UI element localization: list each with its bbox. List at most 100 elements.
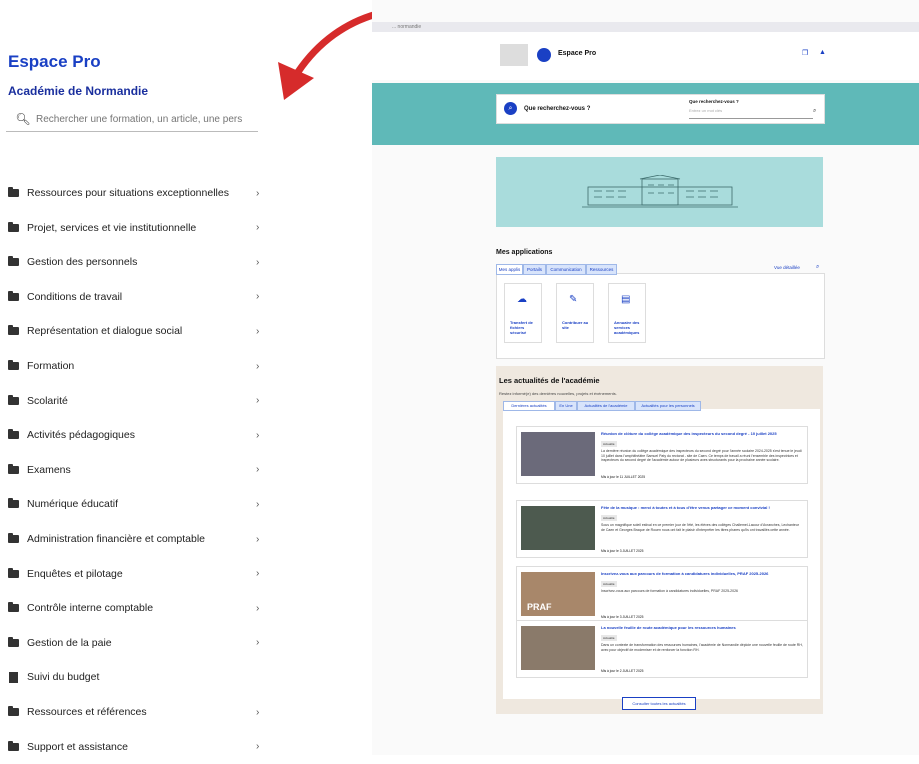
sidebar-item[interactable]: Ressources et références › (0, 695, 270, 729)
news-image[interactable] (521, 432, 595, 476)
news-badge: Actualité (601, 441, 617, 447)
sidebar-item[interactable]: Ressources pour situations exceptionnell… (0, 176, 270, 210)
folder-icon (8, 360, 19, 370)
news-card[interactable]: La nouvelle feuille de route académique … (516, 620, 808, 678)
chevron-right-icon[interactable]: › (256, 568, 259, 579)
search-icon[interactable]: ⌕ (504, 102, 517, 115)
news-tab[interactable]: En Une (555, 401, 577, 411)
sidebar-item[interactable]: Enquêtes et pilotage › (0, 557, 270, 591)
chevron-right-icon[interactable]: › (256, 188, 259, 199)
apps-title: Mes applications (496, 249, 553, 256)
preview-header: Espace Pro ❐ ▲ (372, 32, 919, 80)
search-prompt: Que recherchez-vous ? (524, 106, 591, 112)
news-badge: Actualité (601, 581, 617, 587)
chevron-right-icon[interactable]: › (256, 637, 259, 648)
copy-icon[interactable]: ❐ (802, 49, 808, 57)
sidebar-item[interactable]: Examens › (0, 453, 270, 487)
sidebar-item[interactable]: Numérique éducatif › (0, 487, 270, 521)
chevron-right-icon[interactable]: › (256, 464, 259, 475)
detailed-view-link[interactable]: Vue détaillée (774, 265, 800, 270)
news-card-date: Mis à jour le 11 JUILLET 2025 (601, 475, 646, 479)
app-label: Transfert de fichiers sécurisé (510, 320, 533, 335)
academy-name: Académie de Normandie (8, 84, 149, 98)
sidebar-item[interactable]: Suivi du budget (0, 660, 270, 694)
all-news-button[interactable]: Consulter toutes les actualités (622, 697, 696, 710)
apps-tab[interactable]: Ressources (586, 264, 617, 275)
sidebar-item[interactable]: Contrôle interne comptable › (0, 591, 270, 625)
news-card-title[interactable]: Réunion de clôture du collège académique… (601, 431, 801, 436)
app-tile[interactable]: ✎ Contribuer au site (556, 283, 594, 343)
sidebar-item-label: Administration financière et comptable (27, 533, 206, 545)
folder-icon (8, 740, 19, 751)
news-tab[interactable]: Actualités de l'académie (577, 401, 635, 411)
sidebar-item[interactable]: Administration financière et comptable › (0, 522, 270, 556)
folder-icon (8, 602, 19, 613)
chevron-right-icon[interactable]: › (256, 741, 259, 752)
sidebar-item-label: Examens (27, 463, 71, 476)
sidebar-item[interactable]: Gestion des personnels › (0, 245, 270, 279)
site-preview: ... normandie Espace Pro ❐ ▲ Mes applica… (372, 0, 919, 755)
news-card[interactable]: Fête de la musique : merci à toutes et à… (516, 500, 808, 558)
menu-icon[interactable] (537, 48, 551, 62)
chevron-right-icon[interactable]: › (256, 291, 259, 302)
cloud-upload-icon: ☁ (517, 294, 527, 305)
sidebar-item[interactable]: Conditions de travail › (0, 280, 270, 314)
sidebar-item[interactable]: Gestion de la paie › (0, 626, 270, 660)
chevron-right-icon[interactable]: › (256, 326, 259, 337)
sidebar-item-label: Activités pédagogiques (27, 429, 135, 442)
chevron-right-icon[interactable]: › (256, 257, 259, 268)
news-card[interactable]: Réunion de clôture du collège académique… (516, 426, 808, 484)
app-tile[interactable]: ▤ Annuaire des services académiques (608, 283, 646, 343)
sidebar-item[interactable]: Formation › (0, 349, 270, 383)
sidebar-item[interactable]: Support et assistance › (0, 730, 270, 764)
apps-tab[interactable]: Portails (523, 264, 546, 275)
chevron-right-icon[interactable]: › (256, 361, 259, 372)
app-label: Annuaire des services académiques (614, 320, 640, 335)
news-tab[interactable]: Dernières actualités (503, 401, 555, 411)
book-icon: ▤ (621, 294, 631, 305)
chevron-right-icon[interactable]: › (256, 395, 259, 406)
news-card-title[interactable]: Fête de la musique : merci à toutes et à… (601, 505, 801, 510)
sidebar-item[interactable]: Scolarité › (0, 384, 270, 418)
chevron-right-icon[interactable]: › (256, 222, 259, 233)
news-image[interactable] (521, 626, 595, 670)
chevron-right-icon[interactable]: › (256, 499, 259, 510)
preview-search-input[interactable]: Entrez un mot clés (689, 108, 813, 119)
app-tile[interactable]: ☁ Transfert de fichiers sécurisé (504, 283, 542, 343)
search-icon[interactable]: 🔍︎ (12, 112, 34, 126)
search-input[interactable] (34, 112, 258, 126)
apps-search-icon[interactable]: ⌕ (816, 264, 819, 271)
chevron-right-icon[interactable]: › (256, 534, 259, 545)
sidebar-item[interactable]: Représentation et dialogue social › (0, 314, 270, 348)
search-submit-icon[interactable]: ⌕ (813, 108, 816, 115)
chevron-right-icon[interactable]: › (256, 707, 259, 718)
news-card[interactable]: PRAF Inscrivez-vous aux parcours de forma… (516, 566, 808, 624)
sidebar-item-label: Gestion de la paie (27, 636, 112, 649)
browser-strip: ... normandie (372, 22, 919, 32)
news-card-title[interactable]: Inscrivez-vous aux parcours de formation… (601, 571, 801, 576)
search-bar[interactable]: 🔍︎ (6, 107, 258, 132)
folder-icon (8, 187, 19, 197)
sidebar-item[interactable]: Projet, services et vie institutionnelle… (0, 211, 270, 245)
news-badge: Actualité (601, 635, 617, 641)
news-card-title[interactable]: La nouvelle feuille de route académique … (601, 625, 801, 630)
bell-icon[interactable]: ▲ (819, 49, 826, 56)
folder-icon (8, 636, 19, 647)
sidebar-item[interactable]: Activités pédagogiques › (0, 418, 270, 452)
sidebar-item-label: Représentation et dialogue social (27, 325, 183, 338)
site-title[interactable]: Espace Pro (8, 52, 101, 72)
app-label: Contribuer au site (562, 320, 589, 330)
news-tab[interactable]: Actualités pour les personnels (635, 401, 701, 411)
chevron-right-icon[interactable]: › (256, 603, 259, 614)
apps-tab[interactable]: Communication (546, 264, 586, 275)
news-image[interactable]: PRAF (521, 572, 595, 616)
pen-icon: ✎ (569, 294, 578, 305)
chevron-right-icon[interactable]: › (256, 430, 259, 441)
sidebar-item-label: Numérique éducatif (27, 498, 119, 511)
apps-tab[interactable]: Mes applis (496, 264, 523, 275)
news-card-date: Mis à jour le 3 JUILLET 2025 (601, 549, 644, 553)
breadcrumb: ... normandie (392, 24, 422, 30)
news-image[interactable] (521, 506, 595, 550)
folder-icon (8, 498, 19, 509)
folder-icon (8, 567, 19, 578)
